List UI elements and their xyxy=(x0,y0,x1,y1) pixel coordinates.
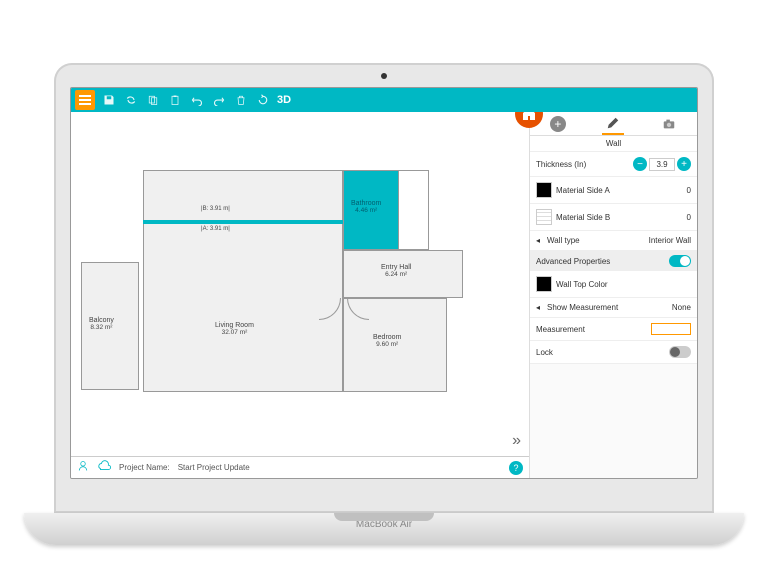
bedroom-label: Bedroom9.60 m² xyxy=(373,334,401,348)
chevron-left-icon-2: ◂ xyxy=(536,303,540,312)
material-b-row[interactable]: Material Side B 0 xyxy=(530,204,697,231)
wall-top-color-row[interactable]: Wall Top Color xyxy=(530,271,697,298)
camera-icon xyxy=(662,117,676,131)
show-measurement-label: Show Measurement xyxy=(547,303,668,312)
material-b-label: Material Side B xyxy=(556,213,683,222)
user-icon[interactable] xyxy=(77,460,89,475)
measurement-input[interactable] xyxy=(651,323,691,335)
plus-icon: + xyxy=(550,116,566,132)
measurement-a: A: 3.91 m xyxy=(201,226,230,232)
material-a-row[interactable]: Material Side A 0 xyxy=(530,177,697,204)
room-gap xyxy=(399,170,429,250)
project-label: Project Name: xyxy=(119,463,170,472)
selected-wall[interactable] xyxy=(143,220,343,224)
thickness-minus[interactable]: − xyxy=(633,157,647,171)
measurement-b: B: 3.91 m xyxy=(201,206,230,212)
paste-icon[interactable] xyxy=(167,92,183,108)
bathroom-label: Bathroom4.46 m² xyxy=(351,200,381,214)
thickness-row: Thickness (In) − 3.9 + xyxy=(530,152,697,177)
delete-icon[interactable] xyxy=(233,92,249,108)
redo-icon[interactable] xyxy=(211,92,227,108)
entry-label: Entry Hall6.24 m² xyxy=(381,264,411,278)
panel-title: Wall xyxy=(530,136,697,152)
wall-type-value: Interior Wall xyxy=(649,236,691,245)
sync-icon[interactable] xyxy=(123,92,139,108)
wall-type-row[interactable]: ◂ Wall type Interior Wall xyxy=(530,231,697,251)
copy-icon[interactable] xyxy=(145,92,161,108)
save-icon[interactable] xyxy=(101,92,117,108)
material-a-value: 0 xyxy=(687,186,691,195)
material-b-value: 0 xyxy=(687,213,691,222)
advanced-header: Advanced Properties xyxy=(530,251,697,271)
top-toolbar: 3D xyxy=(71,88,697,112)
measurement-label: Measurement xyxy=(536,325,647,334)
show-measurement-row[interactable]: ◂ Show Measurement None xyxy=(530,298,697,318)
room-living[interactable] xyxy=(143,170,343,392)
thickness-label: Thickness (In) xyxy=(536,160,629,169)
lock-label: Lock xyxy=(536,348,665,357)
living-label: Living Room32.07 m² xyxy=(215,322,254,336)
advanced-label: Advanced Properties xyxy=(536,257,610,266)
view-3d-button[interactable]: 3D xyxy=(277,94,291,106)
show-measurement-value: None xyxy=(672,303,691,312)
pencil-icon xyxy=(606,116,620,130)
wall-top-label: Wall Top Color xyxy=(556,280,691,289)
undo-icon[interactable] xyxy=(189,92,205,108)
floorplan-canvas[interactable]: Balcony8.32 m² Living Room32.07 m² Bathr… xyxy=(71,112,529,456)
wall-top-swatch xyxy=(536,276,552,292)
measurement-row: Measurement xyxy=(530,318,697,341)
rotate-icon[interactable] xyxy=(255,92,271,108)
canvas-area: Balcony8.32 m² Living Room32.07 m² Bathr… xyxy=(71,112,529,478)
menu-button[interactable] xyxy=(75,90,95,110)
laptop-base xyxy=(24,513,744,545)
panel-tabs: + xyxy=(530,112,697,136)
thickness-plus[interactable]: + xyxy=(677,157,691,171)
lock-row: Lock xyxy=(530,341,697,364)
material-a-swatch xyxy=(536,182,552,198)
thickness-value[interactable]: 3.9 xyxy=(649,158,675,171)
tab-add[interactable]: + xyxy=(547,113,569,135)
help-button[interactable]: ? xyxy=(509,461,523,475)
material-a-label: Material Side A xyxy=(556,186,683,195)
balcony-label: Balcony8.32 m² xyxy=(89,317,114,331)
advanced-toggle[interactable] xyxy=(669,255,691,267)
tab-camera[interactable] xyxy=(658,113,680,135)
thickness-stepper: − 3.9 + xyxy=(633,157,691,171)
cloud-icon[interactable] xyxy=(97,460,111,475)
lock-toggle[interactable] xyxy=(669,346,691,358)
camera-dot xyxy=(381,73,387,79)
footer-bar: Project Name: Start Project Update ? xyxy=(71,456,529,478)
wall-type-label: Wall type xyxy=(547,236,645,245)
properties-panel: + Wall Thickness (In) − 3.9 + Material S… xyxy=(529,112,697,478)
material-b-swatch xyxy=(536,209,552,225)
tab-edit[interactable] xyxy=(602,113,624,135)
chevron-left-icon: ◂ xyxy=(536,236,540,245)
project-name: Start Project Update xyxy=(178,463,250,472)
expand-button[interactable]: » xyxy=(512,432,521,450)
